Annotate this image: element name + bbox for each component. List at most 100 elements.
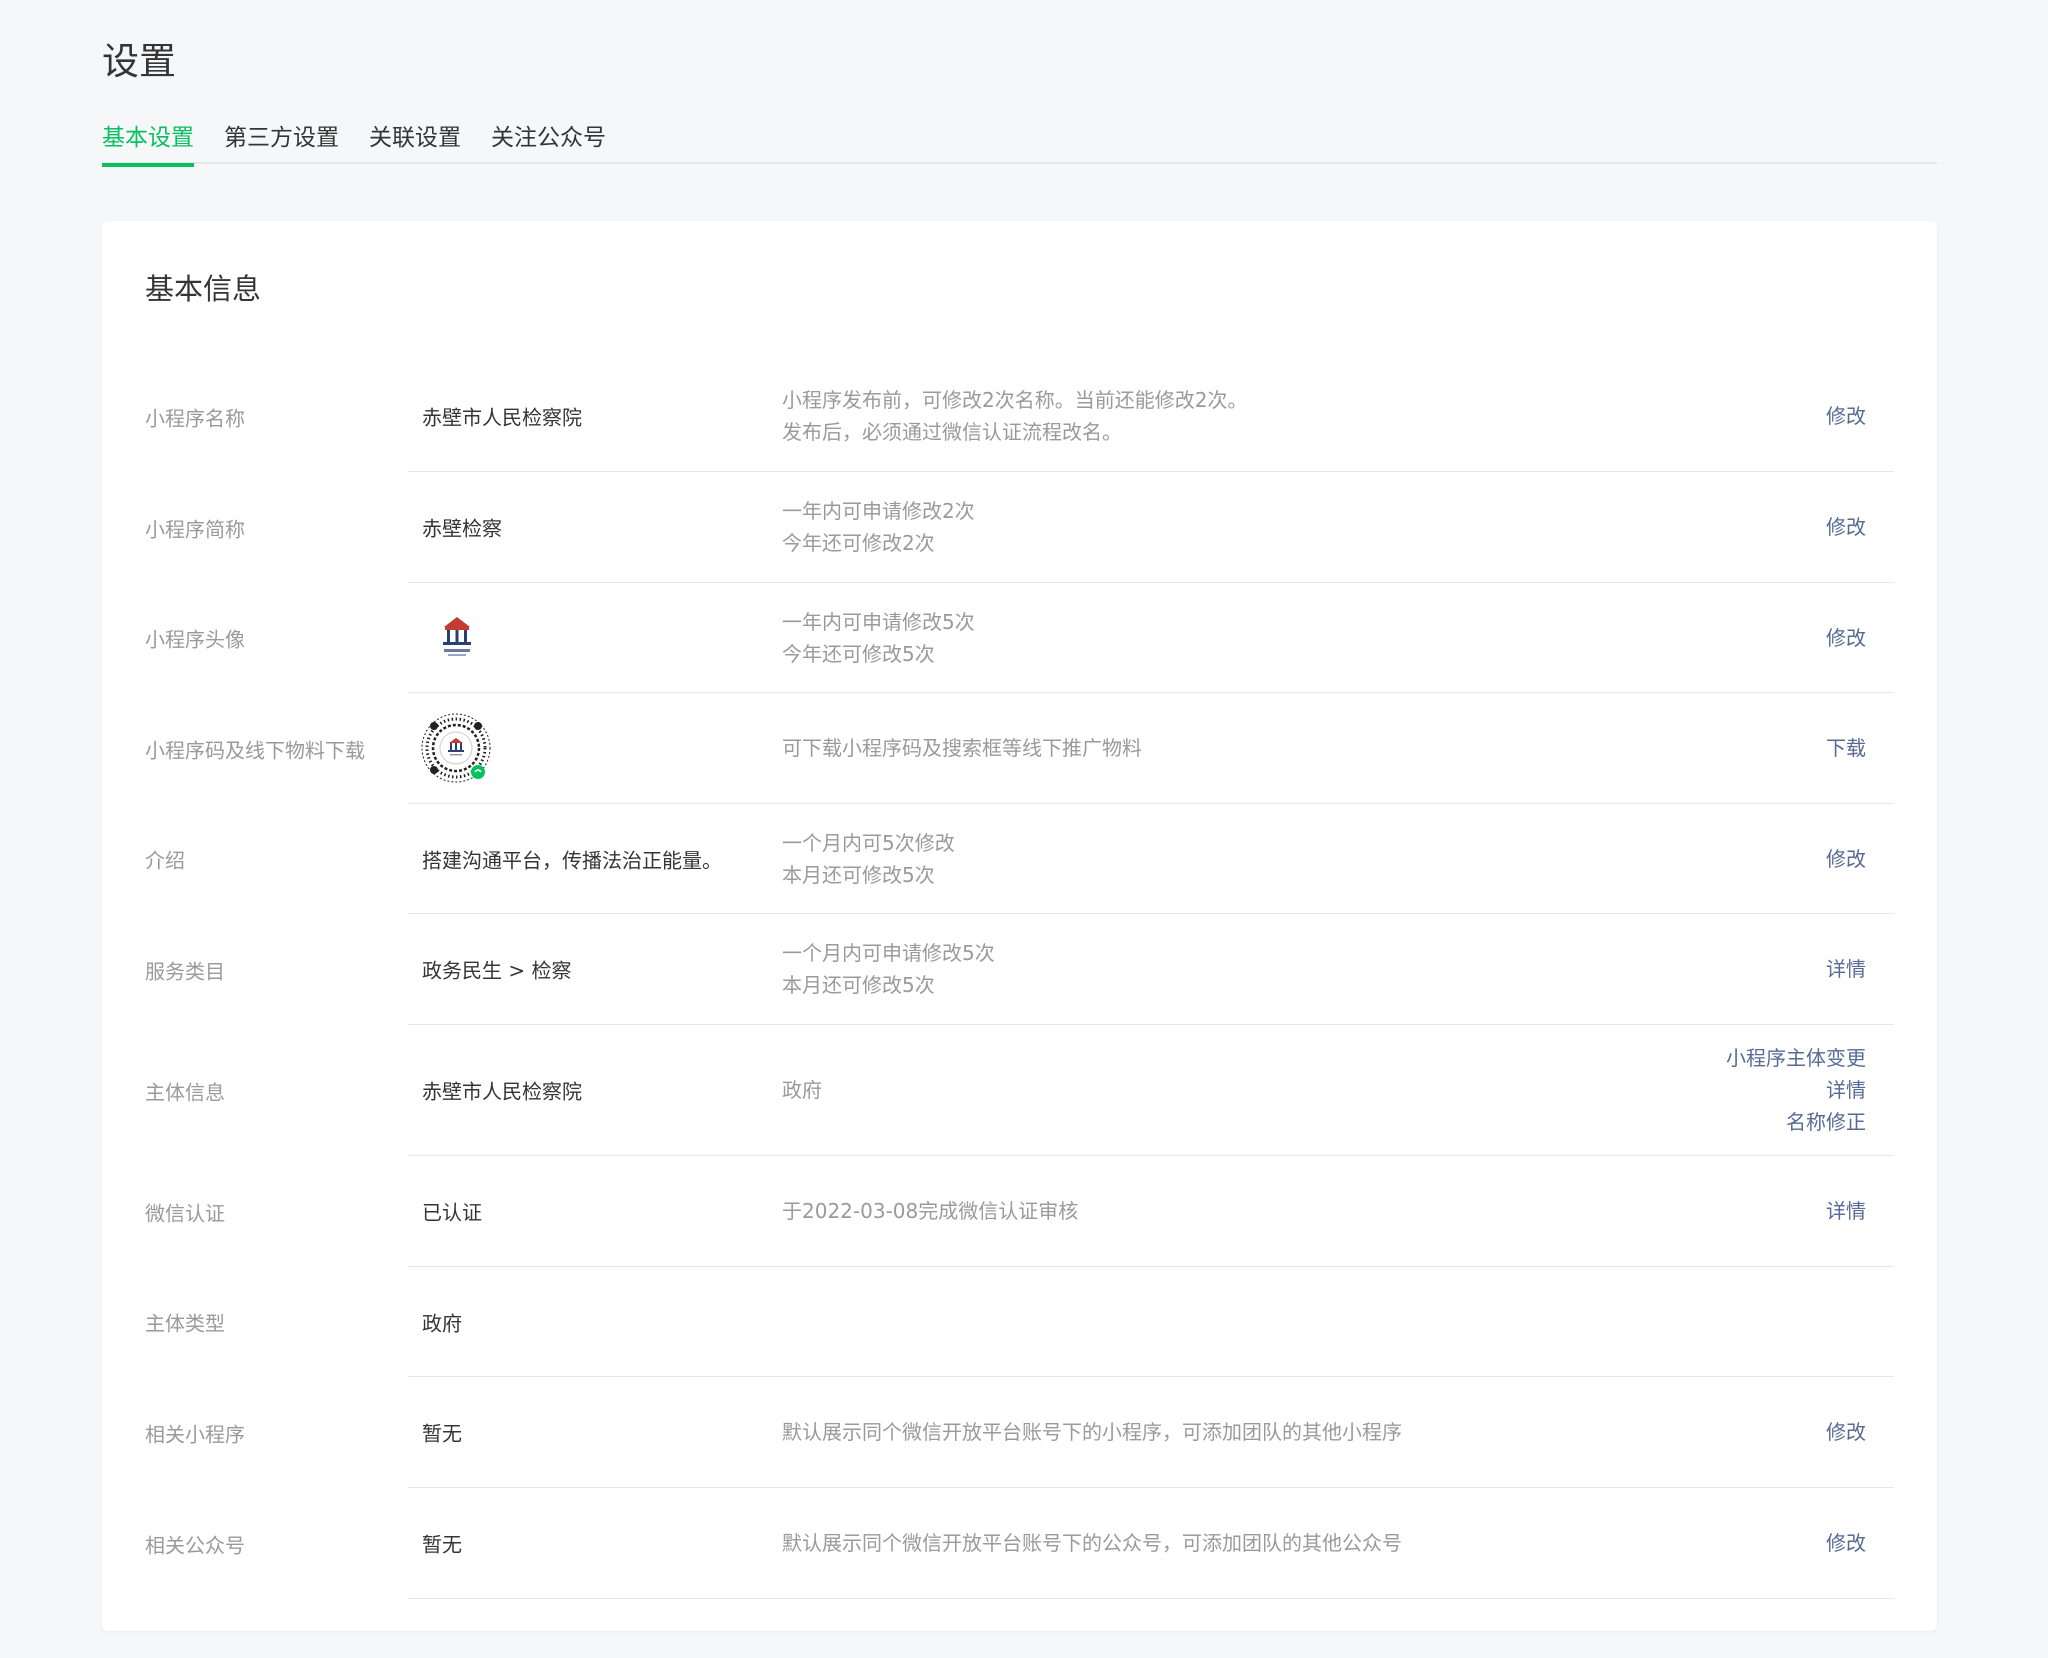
row-body: 一年内可申请修改5次 今年还可修改5次 修改 <box>408 583 1894 693</box>
row-value: 政务民生 > 检察 <box>422 958 572 983</box>
row-mini-program-short-name: 小程序简称 赤壁检察 一年内可申请修改2次 今年还可修改2次 修改 <box>102 472 1937 583</box>
row-desc: 政府 <box>782 1074 822 1106</box>
row-label: 主体类型 <box>145 1311 225 1336</box>
edit-intro-link[interactable]: 修改 <box>1826 843 1866 875</box>
row-body: 搭建沟通平台，传播法治正能量。 一个月内可5次修改 本月还可修改5次 修改 <box>408 804 1894 914</box>
row-value: 政府 <box>422 1311 462 1335</box>
page-title: 设置 <box>102 40 176 83</box>
row-body: 可下载小程序码及搜索框等线下推广物料 下载 <box>408 693 1894 804</box>
subject-details-link[interactable]: 详情 <box>1726 1074 1866 1106</box>
row-actions: 修改 <box>1826 511 1866 543</box>
row-desc-line: 今年还可修改5次 <box>782 641 935 666</box>
tab-association-settings[interactable]: 关联设置 <box>369 118 461 162</box>
row-desc-line: 一年内可申请修改5次 <box>782 609 975 634</box>
row-mini-program-code: 小程序码及线下物料下载 可下载小程序码及搜索框等线下推广物料 下载 <box>102 693 1937 804</box>
row-subject-info: 主体信息 赤壁市人民检察院 政府 小程序主体变更 详情 名称修正 <box>102 1025 1937 1156</box>
row-value: 赤壁检察 <box>422 516 502 541</box>
row-label: 主体信息 <box>145 1080 225 1104</box>
row-desc-line: 一个月内可申请修改5次 <box>782 941 995 965</box>
row-actions: 修改 <box>1826 843 1866 875</box>
row-desc: 于2022-03-08完成微信认证审核 <box>782 1195 1078 1227</box>
row-body: 赤壁市人民检察院 小程序发布前，可修改2次名称。当前还能修改2次。 发布后，必须… <box>408 361 1894 472</box>
row-label: 服务类目 <box>145 959 225 983</box>
row-actions: 修改 <box>1826 1527 1866 1559</box>
subject-change-link[interactable]: 小程序主体变更 <box>1726 1042 1866 1074</box>
row-desc-line: 小程序发布前，可修改2次名称。当前还能修改2次。 <box>782 388 1248 412</box>
info-rows: 小程序名称 赤壁市人民检察院 小程序发布前，可修改2次名称。当前还能修改2次。 … <box>102 361 1937 1599</box>
row-value: 赤壁市人民检察院 <box>422 405 582 430</box>
edit-related-mini-link[interactable]: 修改 <box>1826 1416 1866 1448</box>
row-actions: 下载 <box>1826 732 1866 764</box>
row-actions: 小程序主体变更 详情 名称修正 <box>1726 1042 1866 1138</box>
row-label: 相关公众号 <box>145 1533 245 1557</box>
row-desc: 默认展示同个微信开放平台账号下的小程序，可添加团队的其他小程序 <box>782 1416 1402 1448</box>
row-desc-line: 本月还可修改5次 <box>782 862 935 887</box>
row-value: 暂无 <box>422 1532 462 1557</box>
row-introduction: 介绍 搭建沟通平台，传播法治正能量。 一个月内可5次修改 本月还可修改5次 修改 <box>102 804 1937 914</box>
row-wechat-certification: 微信认证 已认证 于2022-03-08完成微信认证审核 详情 <box>102 1156 1937 1267</box>
row-body: 暂无 默认展示同个微信开放平台账号下的小程序，可添加团队的其他小程序 修改 <box>408 1377 1894 1488</box>
row-mini-program-avatar: 小程序头像 一年内可申请修改5次 今年还可修改5次 修改 <box>102 583 1937 693</box>
row-body: 赤壁市人民检察院 政府 小程序主体变更 详情 名称修正 <box>408 1025 1894 1156</box>
row-label: 小程序名称 <box>145 406 245 430</box>
row-desc-line: 一年内可申请修改2次 <box>782 499 975 523</box>
row-subject-type: 主体类型 政府 <box>102 1267 1937 1377</box>
tab-basic-settings[interactable]: 基本设置 <box>102 118 194 167</box>
row-desc: 默认展示同个微信开放平台账号下的公众号，可添加团队的其他公众号 <box>782 1527 1402 1559</box>
row-desc: 小程序发布前，可修改2次名称。当前还能修改2次。 发布后，必须通过微信认证流程改… <box>782 384 1247 448</box>
row-value: 暂无 <box>422 1421 462 1446</box>
edit-related-oa-link[interactable]: 修改 <box>1826 1527 1866 1559</box>
basic-info-card: 基本信息 小程序名称 赤壁市人民检察院 小程序发布前，可修改2次名称。当前还能修… <box>102 221 1937 1631</box>
row-actions: 详情 <box>1826 1195 1866 1227</box>
settings-tabs: 基本设置 第三方设置 关联设置 关注公众号 <box>102 118 1937 167</box>
row-value: 已认证 <box>422 1200 482 1225</box>
row-desc-line: 今年还可修改2次 <box>782 531 935 555</box>
row-service-category: 服务类目 政务民生 > 检察 一个月内可申请修改5次 本月还可修改5次 详情 <box>102 914 1937 1025</box>
row-value: 搭建沟通平台，传播法治正能量。 <box>422 848 722 872</box>
row-body: 赤壁检察 一年内可申请修改2次 今年还可修改2次 修改 <box>408 472 1894 583</box>
row-desc: 一年内可申请修改5次 今年还可修改5次 <box>782 606 975 670</box>
name-correction-link[interactable]: 名称修正 <box>1726 1106 1866 1138</box>
row-desc-line: 发布后，必须通过微信认证流程改名。 <box>782 420 1122 444</box>
row-desc-line: 默认展示同个微信开放平台账号下的公众号，可添加团队的其他公众号 <box>782 1531 1402 1555</box>
row-body: 政务民生 > 检察 一个月内可申请修改5次 本月还可修改5次 详情 <box>408 914 1894 1025</box>
row-desc: 一个月内可申请修改5次 本月还可修改5次 <box>782 937 995 1001</box>
category-details-link[interactable]: 详情 <box>1826 953 1866 985</box>
row-desc-line: 一个月内可5次修改 <box>782 830 955 855</box>
edit-short-name-link[interactable]: 修改 <box>1826 511 1866 543</box>
row-desc-line: 于2022-03-08完成微信认证审核 <box>782 1199 1079 1223</box>
row-actions: 修改 <box>1826 400 1866 432</box>
row-label: 小程序码及线下物料下载 <box>145 738 365 762</box>
row-body: 政府 <box>408 1267 1894 1377</box>
row-label: 介绍 <box>145 848 185 873</box>
row-desc: 一个月内可5次修改 本月还可修改5次 <box>782 827 955 891</box>
row-desc-line: 默认展示同个微信开放平台账号下的小程序，可添加团队的其他小程序 <box>782 1420 1402 1444</box>
row-value: 赤壁市人民检察院 <box>422 1079 582 1104</box>
row-desc-line: 政府 <box>782 1078 822 1102</box>
edit-avatar-link[interactable]: 修改 <box>1826 622 1866 654</box>
row-body: 暂无 默认展示同个微信开放平台账号下的公众号，可添加团队的其他公众号 修改 <box>408 1488 1894 1599</box>
row-mini-program-name: 小程序名称 赤壁市人民检察院 小程序发布前，可修改2次名称。当前还能修改2次。 … <box>102 361 1937 472</box>
tab-follow-official-account[interactable]: 关注公众号 <box>491 118 606 162</box>
avatar-logo-image <box>436 614 478 661</box>
row-label: 微信认证 <box>145 1201 225 1225</box>
row-related-mini-programs: 相关小程序 暂无 默认展示同个微信开放平台账号下的小程序，可添加团队的其他小程序… <box>102 1377 1937 1488</box>
row-actions: 详情 <box>1826 953 1866 985</box>
download-code-link[interactable]: 下载 <box>1826 732 1866 764</box>
tab-third-party-settings[interactable]: 第三方设置 <box>224 118 339 162</box>
row-label: 小程序简称 <box>145 517 245 541</box>
row-desc-line: 本月还可修改5次 <box>782 973 935 997</box>
mini-program-code-image <box>421 713 491 783</box>
row-label: 小程序头像 <box>145 627 245 652</box>
row-actions: 修改 <box>1826 1416 1866 1448</box>
edit-name-link[interactable]: 修改 <box>1826 400 1866 432</box>
row-desc: 可下载小程序码及搜索框等线下推广物料 <box>782 732 1142 764</box>
row-label: 相关小程序 <box>145 1422 245 1446</box>
row-related-official-accounts: 相关公众号 暂无 默认展示同个微信开放平台账号下的公众号，可添加团队的其他公众号… <box>102 1488 1937 1599</box>
row-actions: 修改 <box>1826 622 1866 654</box>
row-body: 已认证 于2022-03-08完成微信认证审核 详情 <box>408 1156 1894 1267</box>
certification-details-link[interactable]: 详情 <box>1826 1195 1866 1227</box>
card-title: 基本信息 <box>145 272 262 306</box>
row-desc: 一年内可申请修改2次 今年还可修改2次 <box>782 495 975 559</box>
row-desc-line: 可下载小程序码及搜索框等线下推广物料 <box>782 736 1142 760</box>
